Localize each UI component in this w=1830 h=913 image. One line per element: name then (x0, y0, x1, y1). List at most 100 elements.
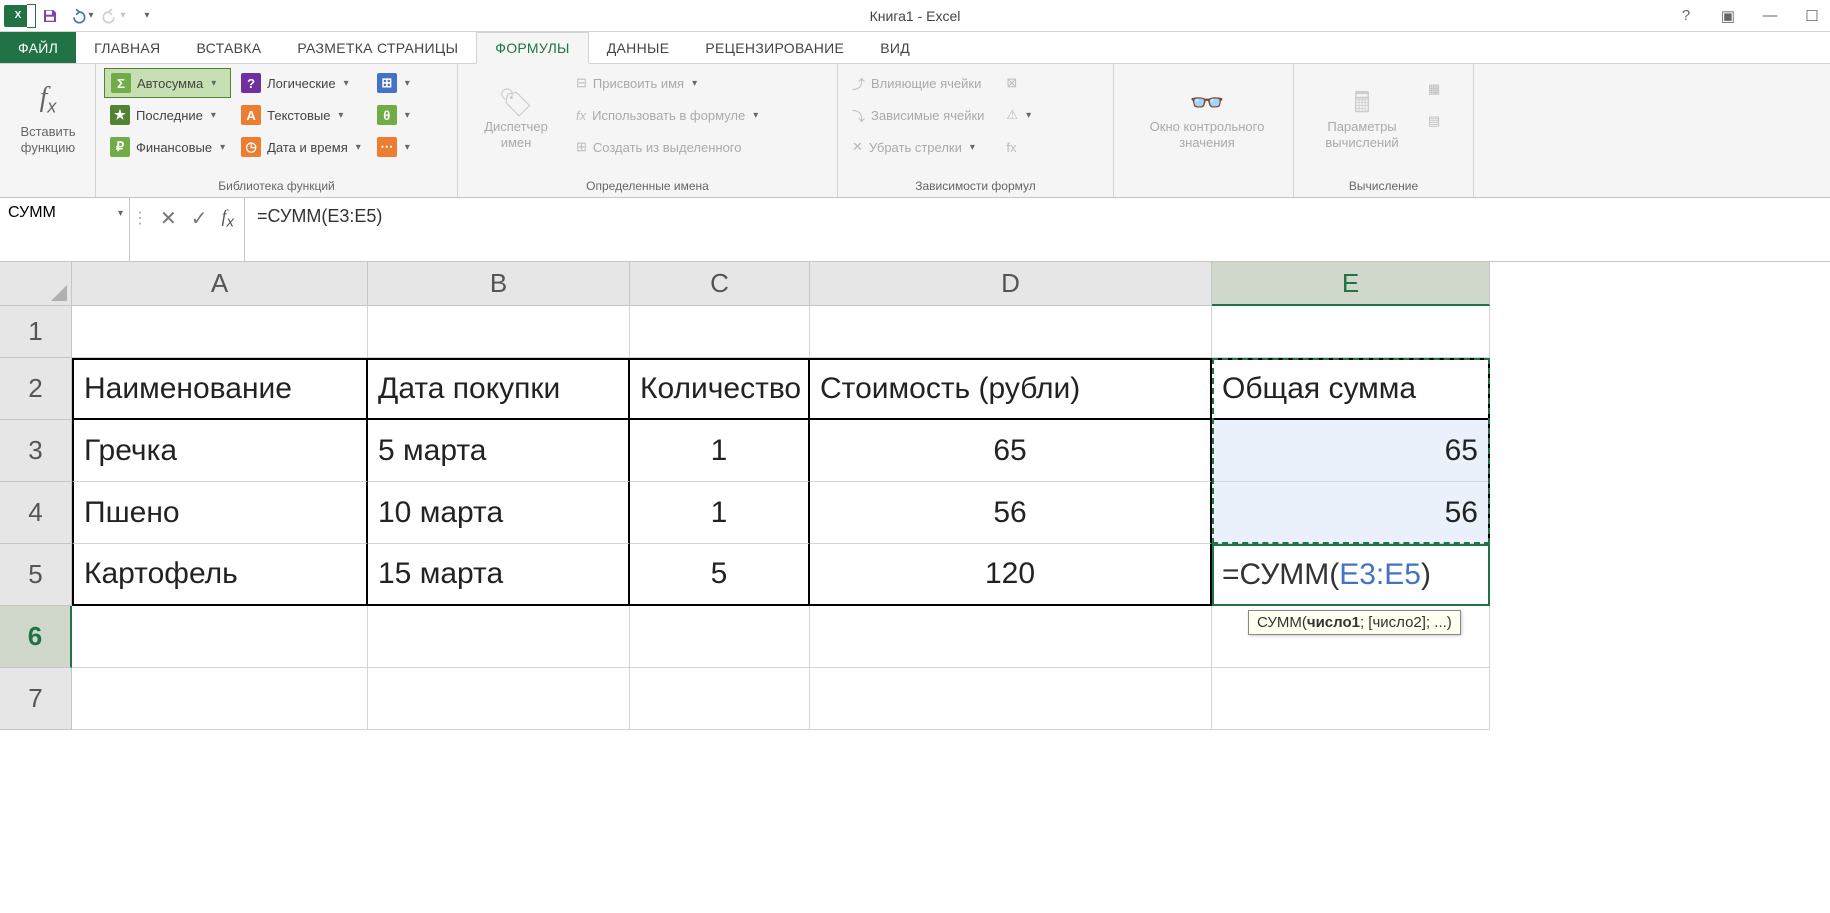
lookup-ref-button[interactable]: ⊞▾ (371, 68, 416, 98)
use-in-formula-button[interactable]: fxИспользовать в формуле▾ (570, 100, 764, 130)
cell[interactable]: Пшено (72, 482, 368, 544)
evaluate-formula-button[interactable]: fx (1000, 132, 1037, 162)
formula-input[interactable]: =СУММ(E3:E5) (245, 198, 1830, 261)
cell[interactable] (810, 668, 1212, 730)
cell[interactable] (368, 606, 630, 668)
row-header-7[interactable]: 7 (0, 668, 72, 730)
recent-functions-button[interactable]: ★Последние▾ (104, 100, 231, 130)
cell[interactable]: 56 (1212, 482, 1490, 544)
cell[interactable]: 56 (810, 482, 1212, 544)
cell[interactable] (72, 668, 368, 730)
logical-button[interactable]: ?Логические▾ (235, 68, 367, 98)
text-button[interactable]: AТекстовые▾ (235, 100, 367, 130)
cell[interactable] (72, 606, 368, 668)
col-header-B[interactable]: B (368, 262, 630, 306)
error-checking-button[interactable]: ⚠▾ (1000, 100, 1037, 130)
cell[interactable] (630, 668, 810, 730)
tab-formulas[interactable]: ФОРМУЛЫ (476, 32, 589, 64)
cell[interactable]: 65 (810, 420, 1212, 482)
formulas-icon: ⊠ (1006, 75, 1017, 91)
cell[interactable]: Наименование (72, 358, 368, 420)
tab-insert[interactable]: ВСТАВКА (178, 32, 279, 63)
row-header-5[interactable]: 5 (0, 544, 72, 606)
tab-home[interactable]: ГЛАВНАЯ (76, 32, 178, 63)
col-header-E[interactable]: E (1212, 262, 1490, 306)
name-manager-button[interactable]: 🏷 Диспетчер имен (466, 68, 566, 168)
title-bar: X ▾ ▾ ▾ Книга1 - Excel ? ▣ — ☐ (0, 0, 1830, 32)
dropdown-icon[interactable]: ▾ (118, 208, 123, 219)
name-box[interactable]: СУММ ▾ (0, 198, 130, 261)
clock-icon: ◷ (241, 137, 261, 157)
cell[interactable] (368, 668, 630, 730)
more-functions-button[interactable]: ⋯▾ (371, 132, 416, 162)
define-name-button[interactable]: ⊟Присвоить имя▾ (570, 68, 764, 98)
cell[interactable] (72, 306, 368, 358)
cell[interactable]: 5 (630, 544, 810, 606)
cell[interactable]: Гречка (72, 420, 368, 482)
tab-view[interactable]: ВИД (862, 32, 928, 63)
minimize-button[interactable]: — (1758, 4, 1782, 28)
remove-arrows-button[interactable]: ✕Убрать стрелки▾ (846, 132, 990, 162)
cell[interactable] (1212, 306, 1490, 358)
text-icon: A (241, 105, 261, 125)
cell[interactable]: Стоимость (рубли) (810, 358, 1212, 420)
row-header-1[interactable]: 1 (0, 306, 72, 358)
calc-options-button[interactable]: 🖩 Параметры вычислений (1302, 68, 1422, 168)
cell[interactable]: 1 (630, 420, 810, 482)
cell[interactable] (630, 306, 810, 358)
cell[interactable] (810, 606, 1212, 668)
math-trig-button[interactable]: θ▾ (371, 100, 416, 130)
calc-sheet-button[interactable]: ▤ (1422, 106, 1446, 136)
trace-precedents-button[interactable]: ⤴Влияющие ячейки (846, 68, 990, 98)
cell[interactable]: 10 марта (368, 482, 630, 544)
qat-redo-button[interactable]: ▾ (100, 2, 128, 30)
col-header-A[interactable]: A (72, 262, 368, 306)
qat-save-button[interactable] (36, 2, 64, 30)
cell[interactable]: Количество (630, 358, 810, 420)
cell[interactable]: 5 марта (368, 420, 630, 482)
calc-now-button[interactable]: ▦ (1422, 74, 1446, 104)
qat-undo-button[interactable]: ▾ (68, 2, 96, 30)
select-all-corner[interactable] (0, 262, 72, 306)
tab-review[interactable]: РЕЦЕНЗИРОВАНИЕ (687, 32, 862, 63)
col-header-C[interactable]: C (630, 262, 810, 306)
financial-button[interactable]: ₽Финансовые▾ (104, 132, 231, 162)
cancel-formula-button[interactable]: ✕ (160, 202, 177, 231)
tab-data[interactable]: ДАННЫЕ (589, 32, 688, 63)
date-time-button[interactable]: ◷Дата и время▾ (235, 132, 367, 162)
row-header-6[interactable]: 6 (0, 606, 72, 668)
cell[interactable]: 65 (1212, 420, 1490, 482)
cell[interactable] (368, 306, 630, 358)
row-header-4[interactable]: 4 (0, 482, 72, 544)
cell[interactable] (1212, 668, 1490, 730)
cell[interactable]: Картофель (72, 544, 368, 606)
maximize-button[interactable]: ☐ (1800, 4, 1824, 28)
cell[interactable]: 600 (1212, 544, 1490, 606)
row-header-2[interactable]: 2 (0, 358, 72, 420)
cell[interactable] (630, 606, 810, 668)
ribbon-display-button[interactable]: ▣ (1716, 4, 1740, 28)
tab-page-layout[interactable]: РАЗМЕТКА СТРАНИЦЫ (279, 32, 476, 63)
insert-function-button[interactable]: fx Вставить функцию (8, 68, 88, 168)
cell[interactable] (810, 306, 1212, 358)
qat-customize-button[interactable]: ▾ (132, 2, 160, 30)
cell[interactable]: 15 марта (368, 544, 630, 606)
cell[interactable]: Дата покупки (368, 358, 630, 420)
evaluate-icon: fx (1006, 140, 1016, 155)
insert-function-small-button[interactable]: fx (222, 202, 235, 231)
theta-icon: θ (377, 105, 397, 125)
watch-window-button[interactable]: 👓 Окно контрольного значения (1122, 68, 1292, 168)
row-header-3[interactable]: 3 (0, 420, 72, 482)
help-button[interactable]: ? (1674, 4, 1698, 28)
cell[interactable]: Общая сумма (1212, 358, 1490, 420)
col-header-D[interactable]: D (810, 262, 1212, 306)
cell[interactable]: 120 (810, 544, 1212, 606)
trace-dependents-button[interactable]: ⤵Зависимые ячейки (846, 100, 990, 130)
cell[interactable]: 1 (630, 482, 810, 544)
show-formulas-button[interactable]: ⊠ (1000, 68, 1037, 98)
fx-icon: fx (40, 81, 57, 118)
tab-file[interactable]: ФАЙЛ (0, 32, 76, 63)
accept-formula-button[interactable]: ✓ (191, 202, 208, 231)
autosum-button[interactable]: ΣАвтосумма▾ (104, 68, 231, 98)
create-from-selection-button[interactable]: ⊞Создать из выделенного (570, 132, 764, 162)
